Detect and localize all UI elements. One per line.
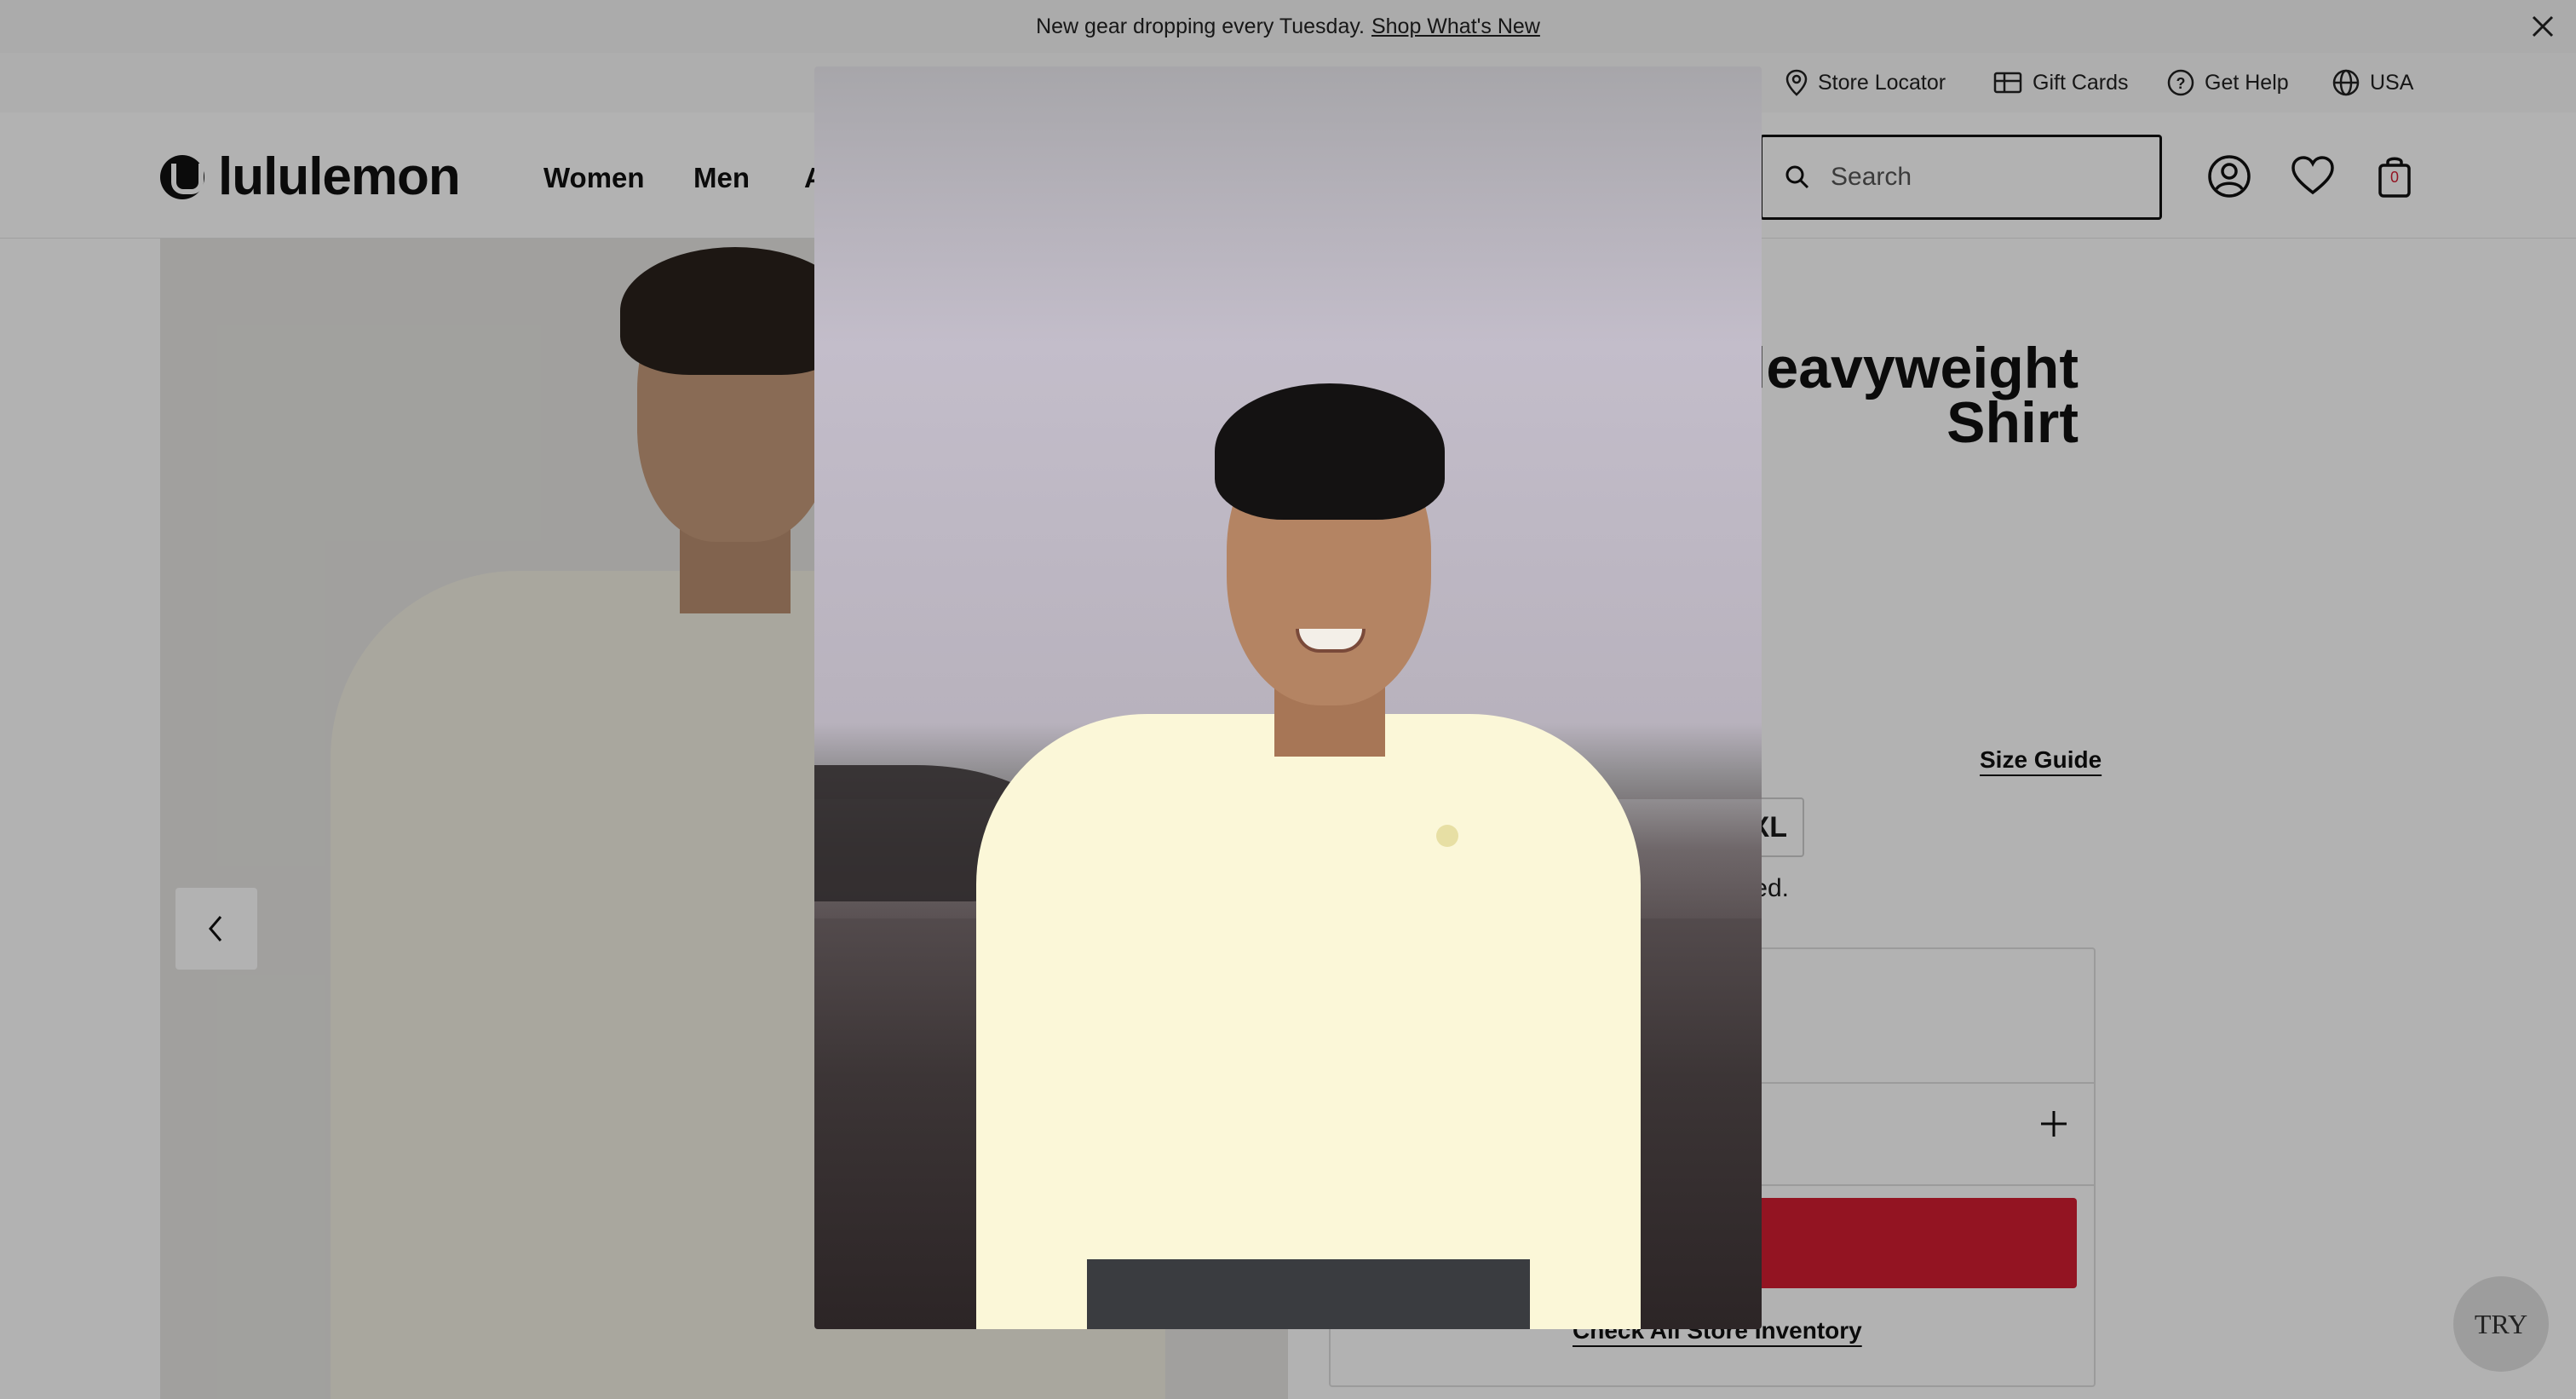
zoomed-product-image[interactable]	[814, 66, 1762, 1329]
modal-shirt-shape	[976, 714, 1641, 1329]
try-label: TRY	[2474, 1308, 2528, 1339]
shirt-logo-icon	[1436, 825, 1458, 847]
modal-hair-shape	[1215, 383, 1445, 520]
try-button[interactable]: TRY	[2453, 1276, 2549, 1372]
modal-pants-shape	[1087, 1259, 1530, 1329]
